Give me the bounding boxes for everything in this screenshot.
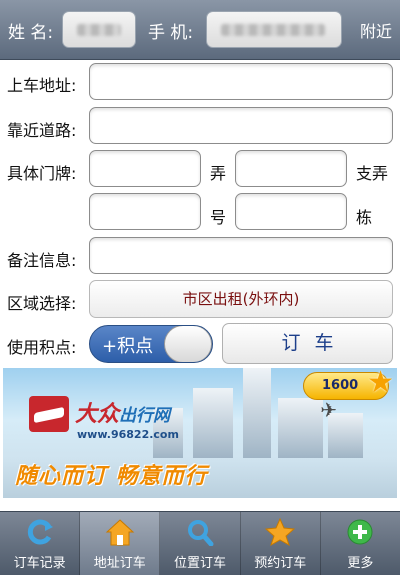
tab-label: 位置订车: [174, 556, 227, 571]
number-unit: 号: [210, 208, 227, 227]
note-label: 备注信息:: [7, 251, 77, 270]
near-road-label: 靠近道路:: [7, 121, 77, 140]
lane-unit: 弄: [210, 164, 227, 183]
tower-shape: [243, 368, 271, 458]
tab-order-history[interactable]: 订车记录: [0, 512, 81, 575]
bottom-tab-bar: 订车记录 地址订车 位置订车 预约订车 更多: [0, 511, 400, 575]
order-button[interactable]: 订车: [222, 323, 393, 364]
name-label: 姓 名:: [8, 23, 54, 43]
refresh-icon: [27, 519, 53, 545]
search-icon: [188, 520, 214, 546]
name-field[interactable]: [62, 11, 136, 48]
phone-field[interactable]: [206, 11, 342, 48]
nearby-button[interactable]: 附近: [360, 18, 392, 42]
area-select-button[interactable]: 市区出租(外环内): [89, 280, 393, 318]
home-icon: [105, 519, 135, 546]
pickup-address-input[interactable]: [89, 63, 393, 100]
points-toggle-text: +积点: [102, 336, 154, 357]
area-label: 区域选择:: [7, 294, 77, 313]
phone-label: 手 机:: [148, 23, 194, 43]
brand-logo-icon: [29, 396, 69, 432]
points-toggle[interactable]: +积点: [89, 325, 213, 363]
star-icon: [265, 518, 296, 546]
building-shape: [278, 398, 323, 458]
building-unit: 栋: [356, 208, 373, 227]
blurred-phone: [221, 24, 325, 36]
star-icon: ★: [367, 368, 394, 400]
points-value: 1600: [322, 378, 359, 393]
brand-url: www.96822.com: [77, 428, 179, 441]
tab-location-order[interactable]: 位置订车: [160, 512, 241, 575]
plus-icon: [347, 519, 373, 545]
tab-label: 更多: [347, 556, 374, 571]
points-badge: 1600 ★: [303, 368, 394, 400]
building-shape: [193, 388, 233, 458]
brand-name: 大众出行网: [75, 402, 171, 427]
banner-slogan: 随心而订 畅意而行: [15, 464, 208, 489]
tab-address-order[interactable]: 地址订车: [80, 512, 161, 575]
note-input[interactable]: [89, 237, 393, 274]
tab-label: 预约订车: [254, 556, 307, 571]
tab-reservation-order[interactable]: 预约订车: [241, 512, 321, 575]
blurred-name: [77, 24, 121, 36]
header-bar: 姓 名: 手 机: 附近: [0, 0, 400, 60]
pickup-address-label: 上车地址:: [7, 76, 77, 95]
tab-label: 订车记录: [13, 556, 66, 571]
tab-label: 地址订车: [93, 556, 146, 571]
promo-banner[interactable]: 大众出行网 www.96822.com 随心而订 畅意而行 ✈ 1600 ★: [3, 368, 397, 498]
tab-more[interactable]: 更多: [321, 512, 400, 575]
lane-input[interactable]: [89, 150, 201, 187]
toggle-knob: [164, 326, 212, 362]
branch-lane-input[interactable]: [235, 150, 347, 187]
building-input[interactable]: [235, 193, 347, 230]
door-number-label: 具体门牌:: [7, 164, 77, 183]
points-label: 使用积点:: [7, 338, 77, 357]
near-road-input[interactable]: [89, 107, 393, 144]
branch-lane-unit: 支弄: [356, 164, 389, 183]
house-number-input[interactable]: [89, 193, 201, 230]
airplane-icon: ✈: [320, 398, 337, 422]
